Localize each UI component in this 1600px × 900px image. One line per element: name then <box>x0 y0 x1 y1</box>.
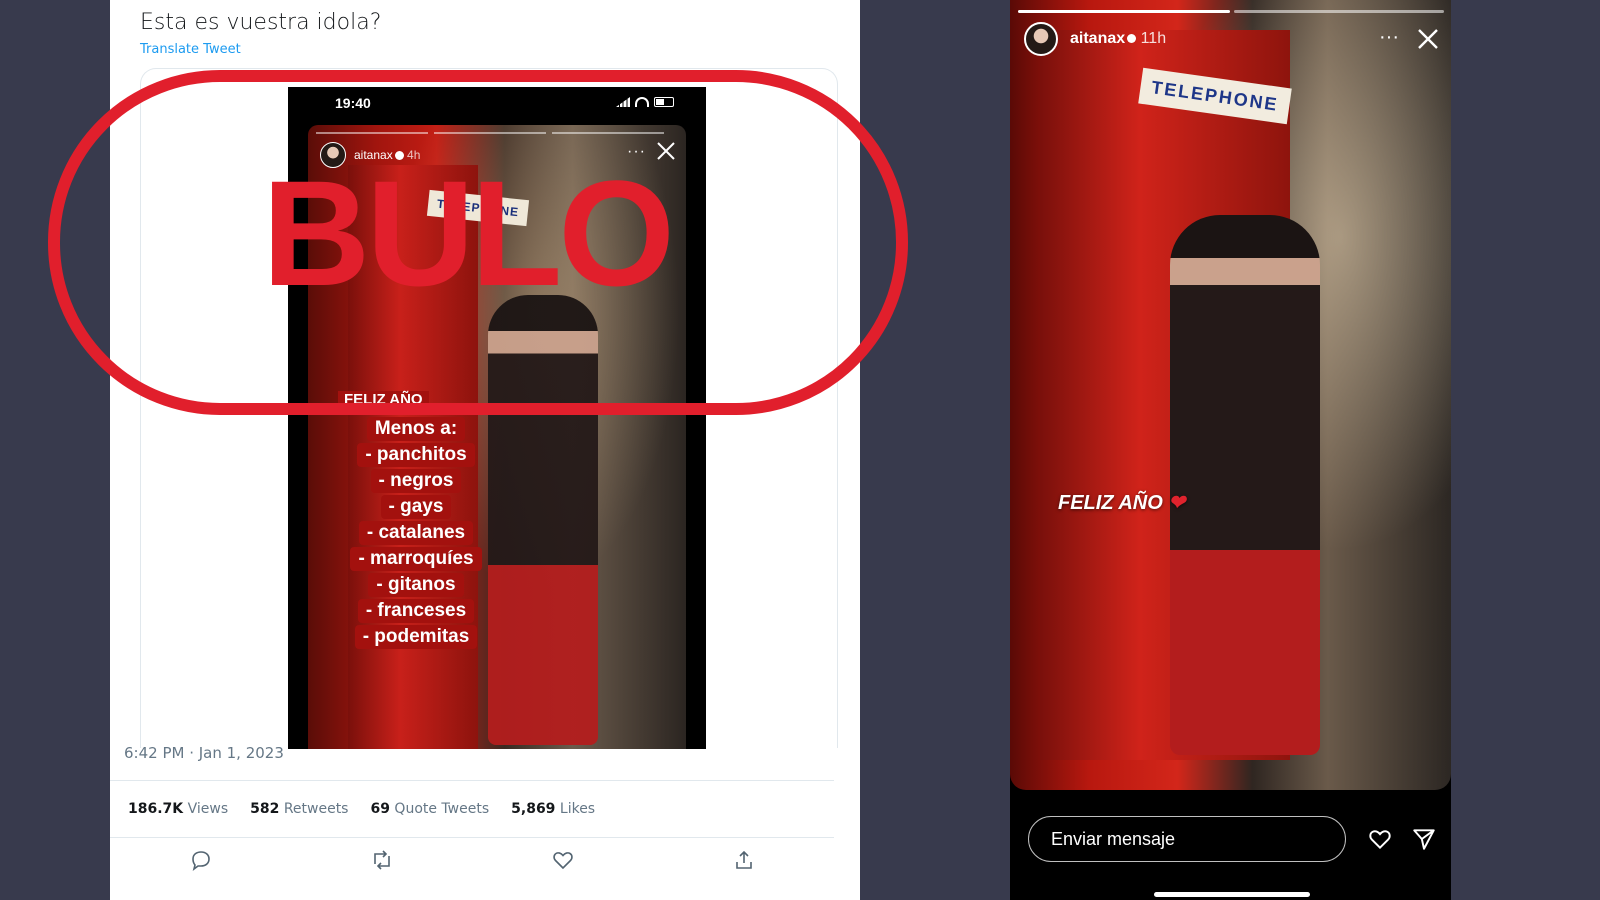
avatar[interactable] <box>1024 22 1058 56</box>
caption-list: Menos a: - panchitos - negros - gays - c… <box>336 417 496 649</box>
instagram-story: TELEPHONE FELIZ AÑO ❤ aitanax 11h ··· En… <box>1010 0 1451 900</box>
story-username[interactable]: aitanax <box>1070 30 1125 47</box>
retweets-stat[interactable]: 582 Retweets <box>250 801 348 817</box>
share-icon[interactable] <box>732 848 756 872</box>
caption-line: - podemitas <box>354 625 478 649</box>
caption-line: - gitanos <box>368 573 464 597</box>
reply-icon[interactable] <box>189 848 213 872</box>
verified-badge-icon <box>1127 34 1137 44</box>
translate-tweet-link[interactable]: Translate Tweet <box>140 42 241 57</box>
caption-line: - panchitos <box>357 443 475 467</box>
story-time-ago: 11h <box>1140 30 1167 47</box>
home-indicator <box>1154 892 1310 897</box>
close-icon[interactable] <box>1415 26 1441 52</box>
debunk-stamp: BULO <box>262 149 675 317</box>
quote-tweets-stat[interactable]: 69 Quote Tweets <box>370 801 489 817</box>
story-progress-segment <box>1234 10 1444 13</box>
woman-figure <box>1170 215 1320 755</box>
likes-stat[interactable]: 5,869 Likes <box>511 801 595 817</box>
views-stat: 186.7K Views <box>128 801 229 817</box>
send-icon[interactable] <box>1410 826 1438 852</box>
caption-line: Menos a: <box>366 417 466 441</box>
caption-line: - gays <box>380 495 452 519</box>
send-message-input[interactable]: Enviar mensaje <box>1028 816 1346 862</box>
tweet-stats: 186.7K Views 582 Retweets 69 Quote Tweet… <box>110 780 834 838</box>
like-heart-icon[interactable] <box>1366 826 1394 852</box>
caption-line: - negros <box>370 469 462 493</box>
story-photo: TELEPHONE FELIZ AÑO ❤ aitanax 11h ··· <box>1010 0 1451 790</box>
tweet-text: Esta es vuestra idola? <box>140 10 382 35</box>
like-icon[interactable] <box>551 848 575 872</box>
caption-line: - catalanes <box>358 521 474 545</box>
tweet-actions <box>110 848 834 872</box>
story-progress-segment <box>1018 10 1230 13</box>
tweet-timestamp[interactable]: 6:42 PM · Jan 1, 2023 <box>124 744 284 762</box>
caption-line: - franceses <box>357 599 475 623</box>
story-caption: FELIZ AÑO ❤ <box>1058 492 1186 514</box>
more-options-icon[interactable]: ··· <box>1379 26 1399 49</box>
heart-emoji-icon: ❤ <box>1168 492 1186 514</box>
story-header[interactable]: aitanax 11h <box>1024 22 1166 56</box>
retweet-icon[interactable] <box>370 848 394 872</box>
caption-line: - marroquíes <box>350 547 482 571</box>
